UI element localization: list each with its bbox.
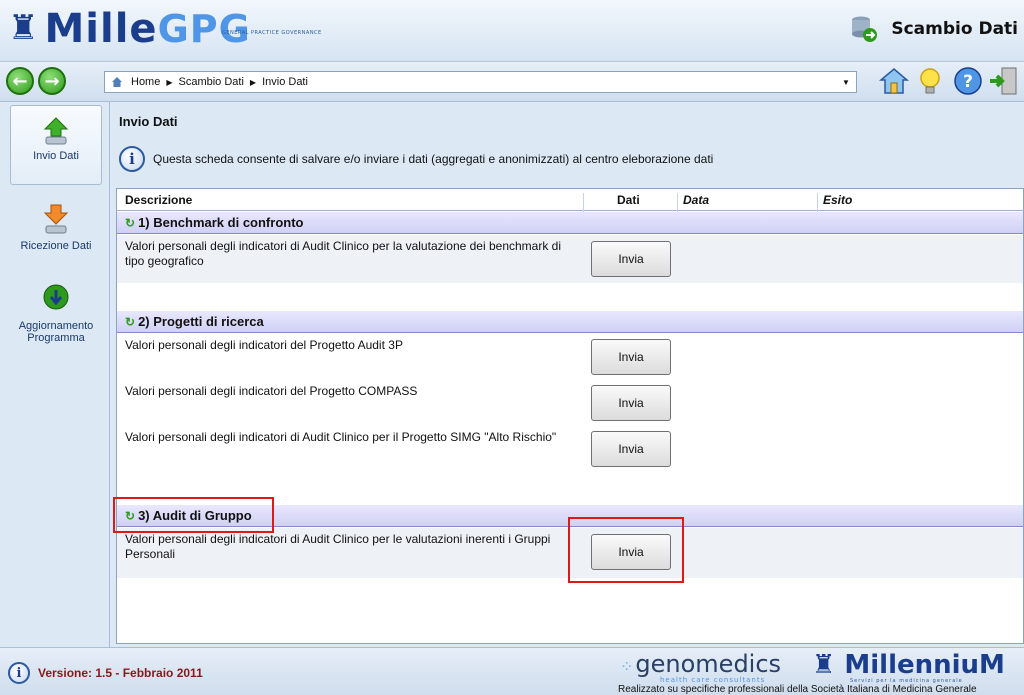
footer: i Versione: 1.5 - Febbraio 2011 ⁘genomed…	[0, 647, 1024, 695]
group-header-benchmark: ↻ 1) Benchmark di confronto	[117, 212, 1023, 234]
sidebar-item-label: Aggiornamento Programma	[18, 320, 94, 344]
column-header-data[interactable]: Data	[683, 193, 709, 207]
millegpg-logo: ♜ MilleGPG	[8, 8, 251, 52]
dots-icon: ⁘	[620, 657, 634, 676]
data-grid: Descrizione Dati Data Esito ↻ 1) Benchma…	[116, 188, 1024, 644]
logo-subtitle: GENERAL PRACTICE GOVERNANCE	[222, 30, 322, 36]
sidebar-item-label: Ricezione Dati	[20, 240, 92, 252]
column-header-esito[interactable]: Esito	[823, 193, 852, 207]
sidebar-item-invio-dati[interactable]: Invio Dati	[10, 105, 102, 185]
forward-arrow-icon[interactable]: →	[38, 67, 66, 95]
arrows-icon: ↻	[125, 215, 136, 230]
arrows-icon: ↻	[125, 508, 136, 523]
genomedics-logo: ⁘genomedics	[620, 650, 781, 678]
nav-bar: ← → Home ▶ Scambio Dati ▶ Invio Dati ▼ ?	[0, 62, 1024, 102]
sidebar: Invio Dati Ricezione Dati Aggiornamento …	[0, 102, 110, 647]
group-title: 1) Benchmark di confronto	[138, 215, 304, 230]
breadcrumb-scambio-dati[interactable]: Scambio Dati	[179, 76, 244, 88]
home-small-icon	[112, 77, 122, 87]
back-arrow-icon[interactable]: ←	[6, 67, 34, 95]
row-description: Valori personali degli indicatori di Aud…	[125, 430, 557, 444]
column-header-descrizione[interactable]: Descrizione	[125, 193, 192, 207]
millennium-text: MillenniuM	[844, 650, 1005, 680]
logo-emblem-icon: ♜	[812, 650, 845, 680]
app-header: ♜ MilleGPG GENERAL PRACTICE GOVERNANCE S…	[0, 0, 1024, 62]
sidebar-item-label: Invio Dati	[33, 150, 79, 162]
upload-arrow-icon	[43, 117, 69, 145]
info-icon: i	[8, 662, 30, 684]
info-text: Questa scheda consente di salvare e/o in…	[153, 152, 714, 166]
table-row: Valori personali degli indicatori di Aud…	[117, 528, 1023, 578]
group-header-audit: ↻ 3) Audit di Gruppo	[117, 505, 1023, 527]
logo-emblem-icon: ♜	[8, 8, 39, 48]
table-row: Valori personali degli indicatori del Pr…	[117, 334, 1023, 380]
group-title: 3) Audit di Gruppo	[138, 508, 252, 523]
row-description: Valori personali degli indicatori di Aud…	[125, 532, 551, 561]
table-row: Valori personali degli indicatori del Pr…	[117, 380, 1023, 426]
home-icon[interactable]	[878, 65, 910, 97]
invia-button[interactable]: Invia	[591, 339, 671, 375]
sidebar-item-aggiornamento[interactable]: Aggiornamento Programma	[10, 282, 102, 344]
table-row: Valori personali degli indicatori di Aud…	[117, 235, 1023, 283]
row-description: Valori personali degli indicatori del Pr…	[125, 384, 418, 398]
app-title: Scambio Dati	[891, 19, 1018, 39]
main-panel: Invio Dati i Questa scheda consente di s…	[111, 102, 1024, 647]
page-title: Invio Dati	[119, 114, 178, 129]
chevron-right-icon: ▶	[166, 77, 173, 87]
info-icon: i	[119, 146, 145, 172]
breadcrumb-home[interactable]: Home	[131, 76, 160, 88]
group-title: 2) Progetti di ricerca	[138, 314, 264, 329]
column-header-dati[interactable]: Dati	[617, 193, 640, 207]
invia-button[interactable]: Invia	[591, 241, 671, 277]
invia-button[interactable]: Invia	[591, 431, 671, 467]
version-info: i Versione: 1.5 - Febbraio 2011	[8, 662, 203, 684]
lightbulb-icon[interactable]	[914, 65, 946, 97]
database-exchange-icon	[852, 16, 878, 42]
breadcrumb-invio-dati[interactable]: Invio Dati	[262, 76, 308, 88]
table-row: Valori personali degli indicatori di Aud…	[117, 426, 1023, 474]
grid-header: Descrizione Dati Data Esito	[117, 189, 1023, 215]
chevron-down-icon[interactable]: ▼	[838, 74, 854, 90]
logo-gpg: GPG	[157, 7, 251, 51]
breadcrumb[interactable]: Home ▶ Scambio Dati ▶ Invio Dati ▼	[104, 71, 857, 93]
svg-text:?: ?	[963, 72, 973, 92]
exit-door-icon[interactable]	[988, 65, 1020, 97]
credits-text: Realizzato su specifiche professionali d…	[618, 684, 977, 695]
download-arrow-icon	[43, 204, 69, 234]
chevron-right-icon: ▶	[249, 77, 257, 87]
invia-button[interactable]: Invia	[591, 385, 671, 421]
version-text: Versione: 1.5 - Febbraio 2011	[38, 666, 203, 680]
genomedics-subtitle: health care consultants	[660, 676, 766, 684]
globe-update-icon	[43, 284, 69, 310]
group-header-progetti: ↻ 2) Progetti di ricerca	[117, 311, 1023, 333]
info-banner: i Questa scheda consente di salvare e/o …	[119, 146, 713, 172]
row-description: Valori personali degli indicatori del Pr…	[125, 338, 403, 352]
arrows-icon: ↻	[125, 314, 136, 329]
help-icon[interactable]: ?	[952, 65, 984, 97]
millennium-logo: ♜ MillenniuM	[812, 650, 1005, 680]
logo-mille: Mille	[44, 6, 158, 52]
sidebar-item-ricezione-dati[interactable]: Ricezione Dati	[10, 202, 102, 252]
row-description: Valori personali degli indicatori di Aud…	[125, 239, 562, 268]
genomedics-text: genomedics	[635, 650, 782, 678]
invia-button[interactable]: Invia	[591, 534, 671, 570]
